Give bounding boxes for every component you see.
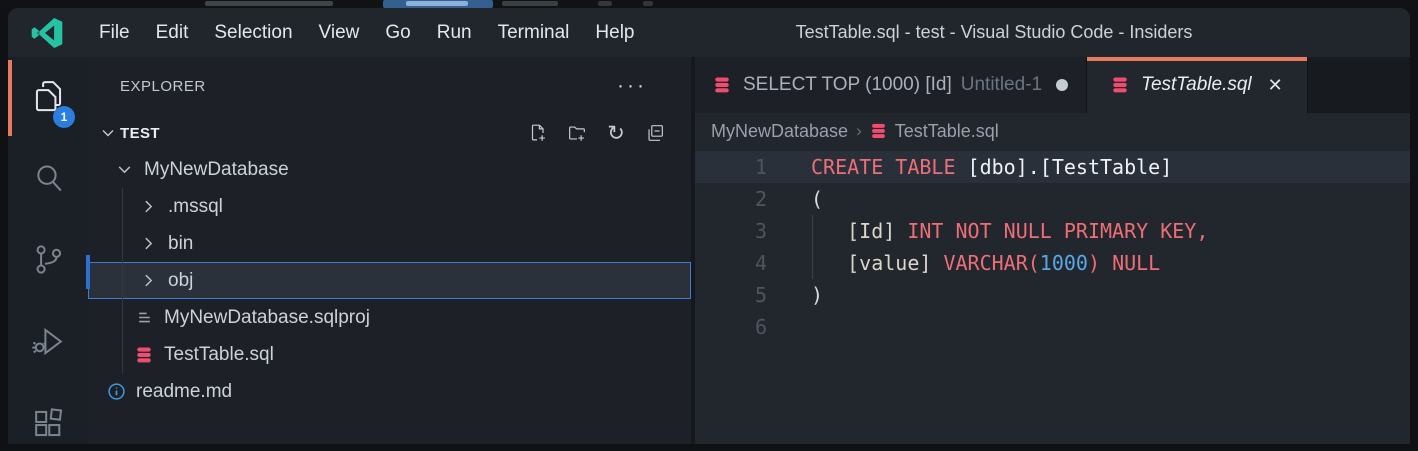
editor-tabbar: SELECT TOP (1000) [Id] Untitled-1 TestTabl… (695, 57, 1410, 113)
line-number: 1 (695, 155, 767, 179)
tree-item-readme-md[interactable]: readme.md (88, 373, 691, 410)
database-icon (1111, 75, 1131, 95)
collapse-all-icon[interactable] (643, 121, 667, 145)
activitybar-extensions[interactable] (8, 385, 88, 444)
editor-tab-testtable-sql[interactable]: TestTable.sql ✕ (1087, 57, 1308, 113)
run-and-debug-icon (30, 323, 67, 365)
chevron-down-icon[interactable] (113, 159, 135, 181)
window-title: TestTable.sql - test - Visual Studio Cod… (698, 22, 1290, 43)
activity-bar: 1 (8, 57, 88, 444)
editor-group: SELECT TOP (1000) [Id] Untitled-1 TestTabl… (695, 57, 1410, 444)
editor-indent-guide (812, 215, 813, 279)
line-number: 2 (695, 187, 767, 211)
tree-item-mynewdatabase[interactable]: MyNewDatabase (88, 151, 691, 188)
menu-file[interactable]: File (86, 17, 143, 49)
modified-dot-icon[interactable] (1056, 79, 1068, 91)
activitybar-explorer[interactable]: 1 (8, 57, 88, 139)
database-icon (133, 344, 155, 366)
tree-item-label: .mssql (168, 196, 223, 218)
tree-item-bin[interactable]: bin (88, 225, 691, 262)
menu-view[interactable]: View (306, 17, 373, 49)
chevron-right-icon[interactable] (137, 270, 159, 292)
menu-go[interactable]: Go (372, 17, 423, 49)
more-actions-icon[interactable]: ··· (617, 81, 647, 91)
chevron-right-icon[interactable] (137, 233, 159, 255)
activitybar-run-and-debug[interactable] (8, 303, 88, 385)
line-number: 4 (695, 251, 767, 275)
line-number: 5 (695, 283, 767, 307)
editor-tab-select-top-1000-id[interactable]: SELECT TOP (1000) [Id] Untitled-1 (695, 57, 1087, 113)
line-number: 6 (695, 315, 767, 339)
breadcrumb-segment-mynewdatabase[interactable]: MyNewDatabase (711, 121, 848, 142)
sidebar-header: EXPLORER ··· (88, 57, 691, 115)
code-text: CREATE TABLE [dbo].[TestTable] (767, 155, 1172, 179)
breadcrumb: MyNewDatabase › TestTable.sql (695, 113, 1410, 149)
activitybar-search[interactable] (8, 139, 88, 221)
code-text: ) (767, 283, 823, 307)
database-icon (870, 123, 887, 140)
code-text: [value] VARCHAR(1000) NULL (767, 251, 1160, 275)
info-icon (105, 381, 127, 403)
titlebar: FileEditSelectionViewGoRunTerminalHelp T… (8, 8, 1410, 57)
explorer-sidebar: EXPLORER ··· TEST (88, 57, 691, 444)
code-lines: 1CREATE TABLE [dbo].[TestTable]2(3 [Id] … (695, 151, 1410, 343)
background-window-sliver (0, 0, 1418, 8)
explorer-badge: 1 (53, 106, 75, 128)
tree-item-label: bin (168, 233, 193, 255)
code-line-4[interactable]: 4 [value] VARCHAR(1000) NULL (695, 247, 1410, 279)
source-control-icon (30, 241, 67, 283)
sidebar-title: EXPLORER (120, 78, 206, 95)
new-folder-icon[interactable] (565, 121, 589, 145)
tree-item-label: MyNewDatabase.sqlproj (164, 307, 370, 329)
tree-item-mssql[interactable]: .mssql (88, 188, 691, 225)
explorer-tree: MyNewDatabase .mssql bin obj MyNewDatabase.s… (88, 151, 691, 444)
tab-label: SELECT TOP (1000) [Id] (743, 74, 952, 96)
close-icon[interactable]: ✕ (1268, 75, 1283, 96)
sidebar-resize-sash[interactable] (86, 255, 90, 289)
code-editor[interactable]: 1CREATE TABLE [dbo].[TestTable]2(3 [Id] … (695, 149, 1410, 444)
tab-description: Untitled-1 (961, 74, 1042, 96)
code-line-3[interactable]: 3 [Id] INT NOT NULL PRIMARY KEY, (695, 215, 1410, 247)
tab-label: TestTable.sql (1141, 74, 1252, 96)
workbench: 1 (8, 57, 1410, 444)
menu-edit[interactable]: Edit (143, 17, 202, 49)
code-text: [Id] INT NOT NULL PRIMARY KEY, (767, 219, 1208, 243)
breadcrumb-segment-testtable-sql[interactable]: TestTable.sql (895, 121, 999, 142)
menu-terminal[interactable]: Terminal (485, 17, 583, 49)
code-line-1[interactable]: 1CREATE TABLE [dbo].[TestTable] (695, 151, 1410, 183)
extensions-icon (30, 405, 67, 444)
active-indicator (8, 60, 12, 136)
vscode-insiders-logo (30, 16, 64, 50)
breadcrumb-separator-icon: › (856, 121, 862, 141)
refresh-icon[interactable]: ↻ (604, 121, 628, 145)
line-number: 3 (695, 219, 767, 243)
code-line-6[interactable]: 6 (695, 311, 1410, 343)
tree-item-obj[interactable]: obj (88, 262, 691, 299)
new-file-icon[interactable] (526, 121, 550, 145)
chevron-down-icon (98, 123, 118, 143)
database-icon (713, 75, 733, 95)
chevron-right-icon[interactable] (137, 196, 159, 218)
menu-run[interactable]: Run (424, 17, 485, 49)
code-line-5[interactable]: 5) (695, 279, 1410, 311)
tree-item-label: MyNewDatabase (144, 159, 289, 181)
menu-help[interactable]: Help (582, 17, 647, 49)
activitybar-source-control[interactable] (8, 221, 88, 303)
code-line-2[interactable]: 2( (695, 183, 1410, 215)
menubar: FileEditSelectionViewGoRunTerminalHelp (86, 17, 648, 49)
section-actions: ↻ (526, 121, 691, 145)
tree-item-label: TestTable.sql (164, 344, 274, 366)
indent-guide (122, 188, 123, 373)
menu-selection[interactable]: Selection (201, 17, 305, 49)
section-title: TEST (120, 125, 160, 142)
tree-item-mynewdatabase-sqlproj[interactable]: MyNewDatabase.sqlproj (88, 299, 691, 336)
tree-item-label: obj (168, 270, 193, 292)
tree-item-label: readme.md (136, 381, 232, 403)
vscode-window: FileEditSelectionViewGoRunTerminalHelp T… (8, 8, 1410, 444)
sqlproj-file-icon (133, 307, 155, 329)
search-icon (30, 159, 67, 201)
code-text: ( (767, 187, 823, 211)
explorer-section-test[interactable]: TEST ↻ (88, 115, 691, 151)
tree-item-testtable-sql[interactable]: TestTable.sql (88, 336, 691, 373)
